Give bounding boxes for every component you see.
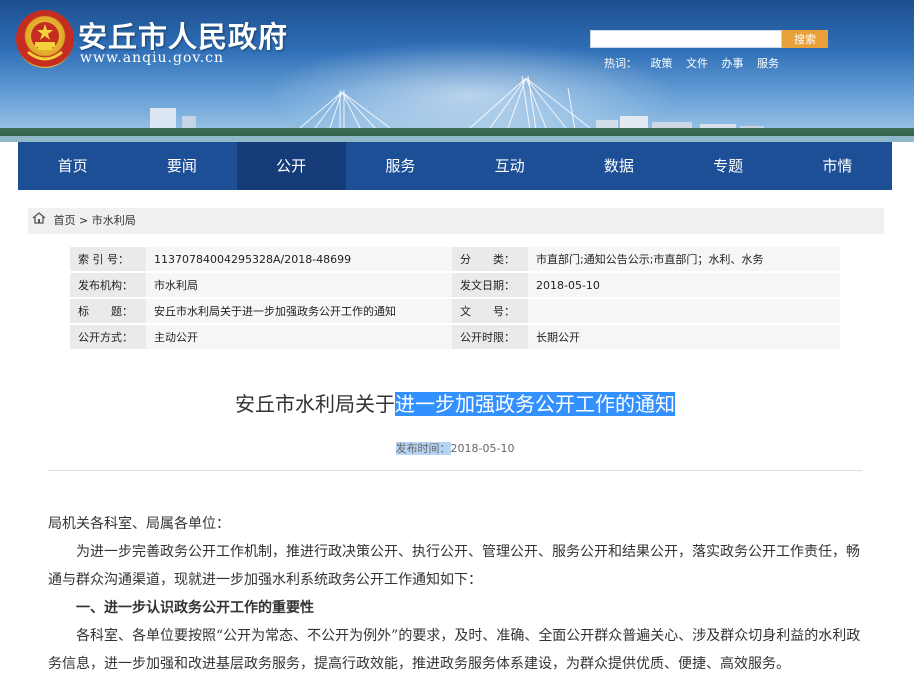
divider	[48, 470, 862, 471]
site-url: www.anqiu.gov.cn	[80, 50, 224, 66]
table-row: 公开方式： 主动公开 公开时限： 长期公开	[70, 325, 840, 349]
publish-time-label: 发布时间：	[395, 442, 451, 455]
breadcrumb-home-link[interactable]: 首页	[54, 214, 76, 227]
meta-label: 文 号：	[452, 299, 528, 323]
meta-value-date: 2018-05-10	[528, 273, 840, 297]
nav-item-topics[interactable]: 专题	[674, 142, 783, 190]
meta-label: 发布机构：	[70, 273, 146, 297]
national-emblem-logo[interactable]	[16, 10, 74, 68]
breadcrumb-separator: >	[79, 214, 89, 227]
table-row: 索 引 号： 11370784004295328A/2018-48699 分 类…	[70, 247, 840, 271]
document-metadata-table: 索 引 号： 11370784004295328A/2018-48699 分 类…	[70, 245, 840, 351]
search-input[interactable]	[590, 30, 782, 48]
body-paragraph: 各科室、各单位要按照“公开为常态、不公开为例外”的要求，及时、准确、全面公开群众…	[48, 628, 861, 672]
meta-value-doc-no	[528, 299, 840, 323]
hotwords-label: 热词：	[604, 57, 637, 70]
hotword-link[interactable]: 办事	[722, 57, 744, 70]
breadcrumb: 首页 > 市水利局	[28, 208, 884, 234]
table-row: 发布机构： 市水利局 发文日期： 2018-05-10	[70, 273, 840, 297]
search-button[interactable]: 搜索	[782, 30, 828, 48]
hotword-link[interactable]: 服务	[757, 57, 779, 70]
publish-time-value: 2018-05-10	[450, 442, 515, 455]
meta-label: 公开方式：	[70, 325, 146, 349]
meta-value-title: 安丘市水利局关于进一步加强政务公开工作的通知	[146, 299, 452, 323]
meta-value-index-no: 11370784004295328A/2018-48699	[146, 247, 452, 271]
content-area: 首页 > 市水利局 索 引 号： 11370784004295328A/2018…	[18, 190, 892, 693]
nav-item-city-info[interactable]: 市情	[783, 142, 892, 190]
meta-label: 标 题：	[70, 299, 146, 323]
hotword-link[interactable]: 政策	[651, 57, 673, 70]
document-title: 安丘市水利局关于进一步加强政务公开工作的通知	[18, 388, 892, 417]
meta-label: 发文日期：	[452, 273, 528, 297]
nav-item-interaction[interactable]: 互动	[455, 142, 564, 190]
meta-value-period: 长期公开	[528, 325, 840, 349]
header-banner: 安丘市人民政府 www.anqiu.gov.cn 搜索 热词： 政策 文件 办事…	[0, 0, 914, 142]
hotwords-bar: 热词： 政策 文件 办事 服务	[604, 55, 789, 71]
document-title-selected-text: 进一步加强政务公开工作的通知	[395, 392, 675, 416]
nav-item-home[interactable]: 首页	[18, 142, 127, 190]
document-body: 局机关各科室、局属各单位： 为进一步完善政务公开工作机制，推进行政决策公开、执行…	[48, 510, 868, 678]
breadcrumb-current[interactable]: 市水利局	[92, 214, 136, 227]
meta-value-publisher: 市水利局	[146, 273, 452, 297]
home-icon	[32, 208, 46, 234]
hotword-link[interactable]: 文件	[686, 57, 708, 70]
main-nav: 首页 要闻 公开 服务 互动 数据 专题 市情	[18, 142, 892, 190]
nav-item-news[interactable]: 要闻	[127, 142, 236, 190]
body-paragraph: 为进一步完善政务公开工作机制，推进行政决策公开、执行公开、管理公开、服务公开和结…	[48, 544, 860, 588]
table-row: 标 题： 安丘市水利局关于进一步加强政务公开工作的通知 文 号：	[70, 299, 840, 323]
document-title-prefix: 安丘市水利局关于	[235, 392, 395, 416]
meta-label: 分 类：	[452, 247, 528, 271]
section-heading: 一、进一步认识政务公开工作的重要性	[76, 600, 314, 616]
meta-label: 索 引 号：	[70, 247, 146, 271]
nav-item-services[interactable]: 服务	[346, 142, 455, 190]
meta-label: 公开时限：	[452, 325, 528, 349]
salutation: 局机关各科室、局属各单位：	[48, 516, 230, 532]
meta-value-category: 市直部门;通知公告公示;市直部门；水利、水务	[528, 247, 840, 271]
publish-time: 发布时间：2018-05-10	[18, 440, 892, 456]
nav-item-data[interactable]: 数据	[564, 142, 673, 190]
meta-value-mode: 主动公开	[146, 325, 452, 349]
nav-item-disclosure[interactable]: 公开	[236, 142, 346, 190]
